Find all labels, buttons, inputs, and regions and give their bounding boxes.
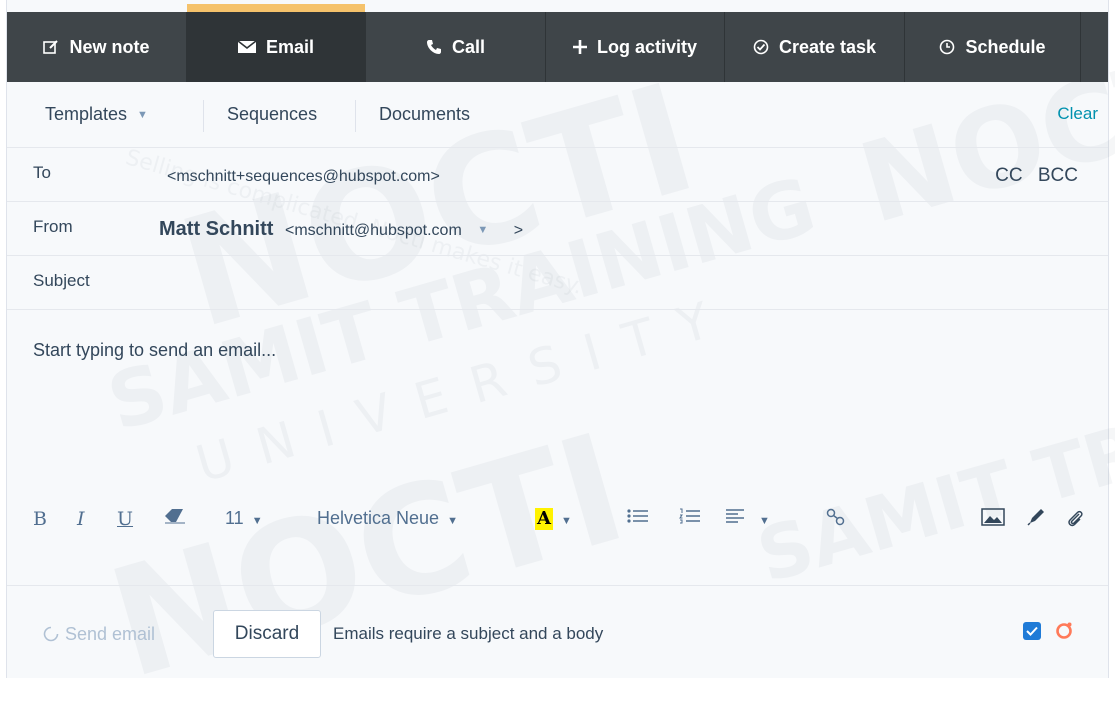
eraser-icon [165, 509, 185, 524]
from-label: From [33, 217, 73, 236]
tab-label: Log activity [596, 36, 698, 57]
watermark-samit-training-2: SAMIT TRAINING [748, 326, 1115, 600]
tab-bar-filler [1081, 12, 1108, 82]
tab-label: New note [69, 36, 150, 57]
from-email: <mschnitt@hubspot.com [285, 222, 462, 239]
text-color-icon: A [535, 508, 553, 530]
watermark-university: UNIVERSITY [189, 284, 742, 494]
subject-row[interactable]: Subject [7, 256, 1108, 310]
composer-footer: Send email Discard Emails require a subj… [7, 586, 1108, 678]
documents-button[interactable]: Documents [379, 104, 470, 125]
activity-tab-bar: New note Email Call Log activity Create … [7, 4, 1108, 82]
tab-schedule[interactable]: Schedule [905, 12, 1081, 82]
pen-icon [1027, 509, 1044, 526]
caret-down-icon: ▼ [477, 224, 489, 236]
tab-label: Create task [778, 36, 877, 57]
numbered-list-icon [679, 508, 700, 524]
email-body-input[interactable]: Start typing to send an email... [33, 340, 276, 361]
from-name: Matt Schnitt [159, 218, 274, 240]
align-dropdown[interactable]: ▼ [725, 508, 770, 529]
to-label: To [33, 163, 51, 182]
text-color-dropdown[interactable]: A ▼ [535, 508, 572, 530]
font-size-dropdown[interactable]: 11 ▼ [225, 508, 263, 529]
signature-button[interactable] [1027, 508, 1045, 531]
insert-image-button[interactable] [981, 508, 1005, 531]
clock-icon [939, 39, 955, 55]
bulleted-list-icon [627, 509, 648, 523]
caret-down-icon: ▼ [560, 515, 572, 527]
email-options-bar: Templates ▼ Sequences Documents Clear [7, 82, 1108, 148]
track-email-checkbox[interactable] [1023, 622, 1041, 640]
numbered-list-button[interactable] [679, 508, 701, 529]
spinner-icon [43, 626, 59, 642]
underline-button[interactable]: U [117, 508, 133, 530]
caret-down-icon: ▼ [137, 109, 148, 121]
templates-dropdown[interactable]: Templates ▼ [45, 104, 148, 125]
check-icon [1026, 626, 1038, 636]
italic-button[interactable]: I [77, 508, 85, 530]
subject-label: Subject [33, 271, 90, 290]
bcc-link[interactable]: BCC [1038, 165, 1078, 186]
tab-label: Call [451, 36, 485, 57]
from-email-end: > [513, 222, 524, 239]
validation-message: Emails require a subject and a body [333, 624, 604, 643]
caret-down-icon: ▼ [759, 515, 770, 527]
formatting-toolbar: B I U 11 ▼ Helvetica Neue ▼ A ▼ ▼ [7, 500, 1108, 540]
templates-label: Templates [45, 104, 128, 124]
divider [355, 100, 356, 132]
clear-formatting-button[interactable] [163, 508, 187, 529]
paperclip-icon [1068, 510, 1083, 527]
envelope-icon [237, 40, 256, 54]
caret-down-icon: ▼ [251, 515, 263, 527]
discard-button[interactable]: Discard [213, 610, 321, 658]
insert-link-button[interactable] [825, 508, 847, 531]
bulleted-list-button[interactable] [627, 508, 649, 529]
cc-bcc-links: CC BCC [985, 165, 1078, 187]
tab-label: Email [265, 36, 315, 57]
tab-new-note[interactable]: New note [7, 12, 187, 82]
tab-create-task[interactable]: Create task [725, 12, 905, 82]
tab-log-activity[interactable]: Log activity [546, 12, 725, 82]
to-row: To <mschnitt+sequences@hubspot.com> CC B… [7, 148, 1108, 202]
font-size-value: 11 [225, 508, 244, 528]
send-email-button[interactable]: Send email [43, 624, 155, 645]
image-icon [981, 508, 1005, 526]
check-circle-icon [753, 39, 769, 55]
send-email-label: Send email [65, 624, 156, 644]
clear-link[interactable]: Clear [1057, 104, 1098, 124]
tab-call[interactable]: Call [366, 12, 546, 82]
plus-icon [572, 40, 587, 54]
from-selector[interactable]: Matt Schnitt <mschnitt@hubspot.com ▼ > [159, 218, 523, 241]
divider [203, 100, 204, 132]
link-icon [826, 508, 845, 526]
tracking-status[interactable] [1053, 620, 1075, 647]
attach-file-button[interactable] [1067, 508, 1083, 533]
cc-link[interactable]: CC [995, 165, 1022, 186]
align-left-icon [726, 509, 744, 523]
sequences-button[interactable]: Sequences [227, 104, 317, 125]
hubspot-sprocket-icon [1056, 622, 1072, 639]
caret-down-icon: ▼ [447, 515, 458, 527]
to-recipient[interactable]: <mschnitt+sequences@hubspot.com> [167, 168, 440, 186]
email-composer: NOCTI SAMIT TRAINING UNIVERSITY NOCTI Se… [6, 0, 1115, 712]
tab-email[interactable]: Email [187, 4, 366, 82]
font-family-value: Helvetica Neue [317, 508, 440, 528]
phone-icon [426, 39, 442, 55]
tab-label: Schedule [965, 36, 1046, 57]
bold-button[interactable]: B [33, 508, 47, 530]
pencil-square-icon [43, 39, 59, 55]
font-family-dropdown[interactable]: Helvetica Neue ▼ [317, 508, 458, 529]
from-row: From Matt Schnitt <mschnitt@hubspot.com … [7, 202, 1108, 256]
